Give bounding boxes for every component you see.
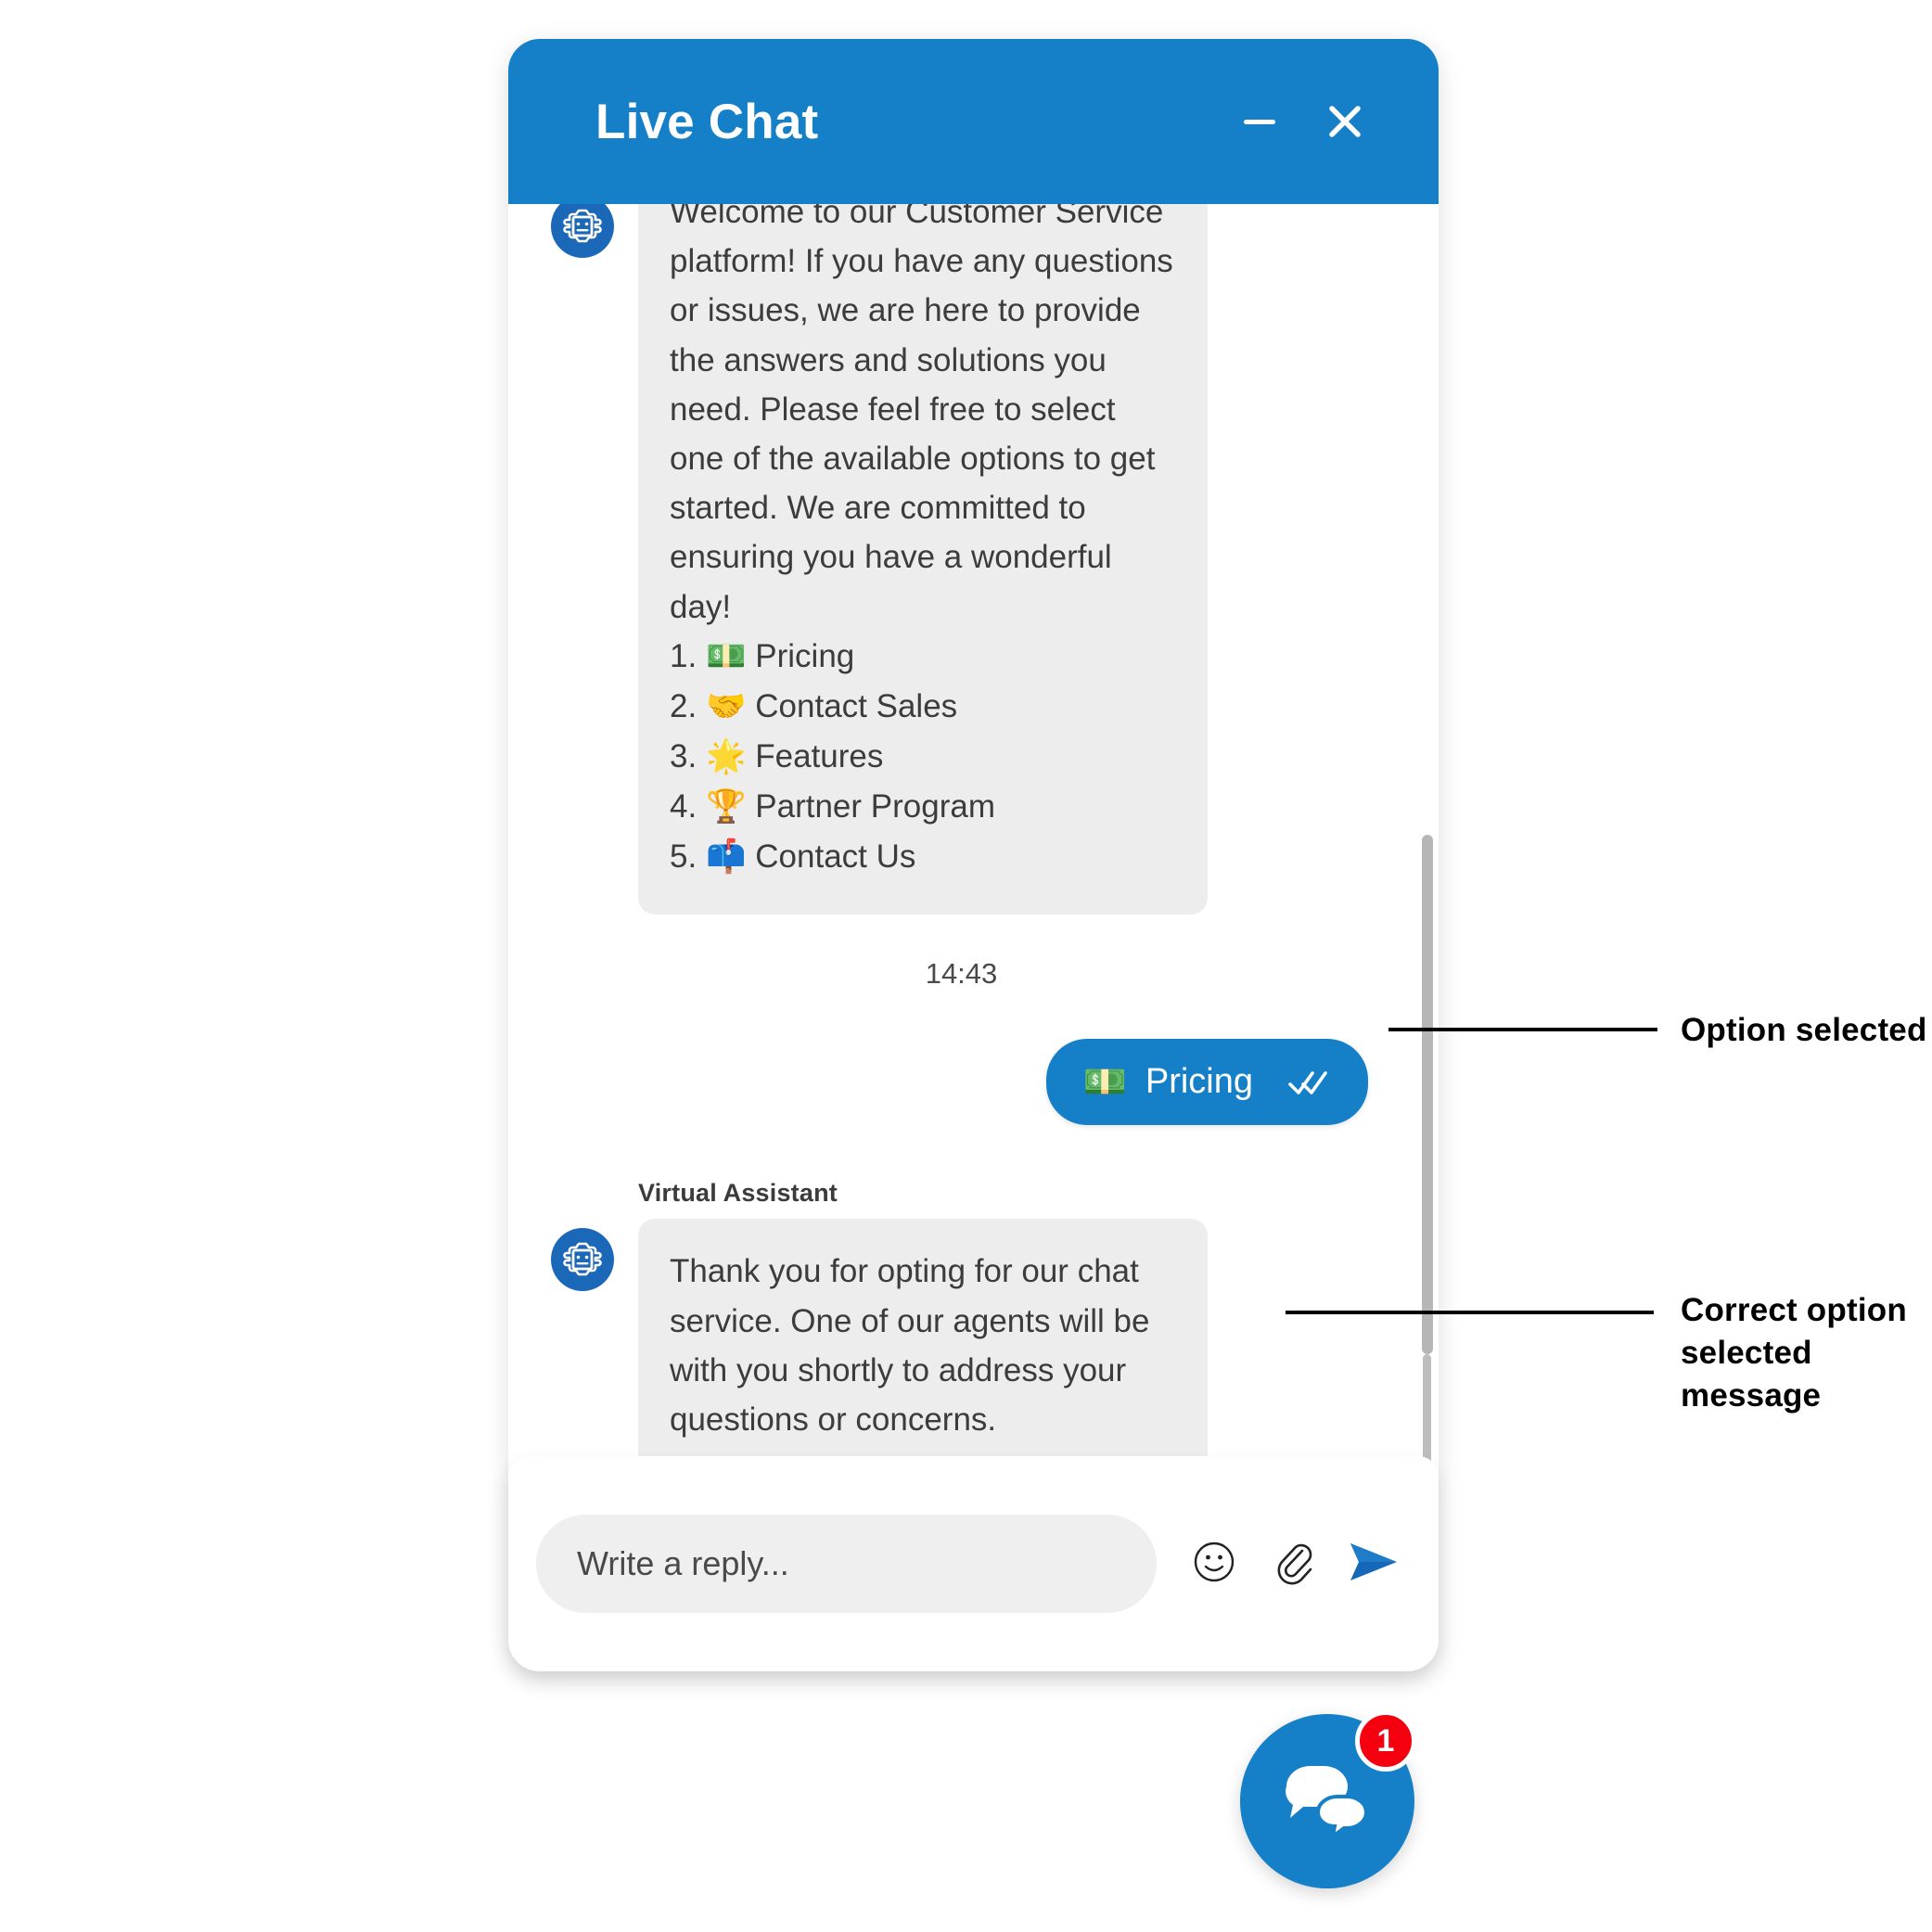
user-message-bubble: 💵 Pricing: [1045, 1038, 1368, 1126]
attach-button[interactable]: [1268, 1538, 1320, 1590]
annotation-leader-line-1: [1388, 1028, 1657, 1031]
option-number: 1.: [670, 637, 697, 674]
chat-launcher-button[interactable]: 1: [1240, 1710, 1416, 1888]
chat-header: Live Chat: [508, 39, 1439, 204]
option-number: 4.: [670, 788, 697, 825]
option-item-4[interactable]: 4. 🏆 Partner Program: [670, 782, 1176, 832]
paperclip-icon: [1270, 1538, 1318, 1591]
window-controls: [1235, 96, 1398, 147]
send-icon: [1346, 1536, 1401, 1593]
reply-input[interactable]: [536, 1515, 1157, 1613]
bot-reply-text: Thank you for opting for our chat servic…: [670, 1253, 1159, 1438]
minimize-icon: [1238, 100, 1281, 143]
avatar: [551, 204, 614, 258]
minimize-button[interactable]: [1235, 96, 1285, 147]
option-item-5[interactable]: 5. 📫 Contact Us: [670, 832, 1176, 882]
bot-message-bubble: Welcome to our Customer Service platform…: [638, 204, 1208, 915]
handshake-emoji-icon: 🤝: [705, 687, 747, 725]
option-label: Partner Program: [755, 788, 995, 825]
option-label: Pricing: [755, 637, 855, 674]
message-timestamp: 14:43: [925, 956, 998, 990]
message-list: Welcome to our Customer Service platform…: [508, 204, 1439, 1477]
mailbox-emoji-icon: 📫: [705, 838, 747, 876]
chat-bubbles-icon: [1277, 1755, 1377, 1849]
bot-reply-bubble: Thank you for opting for our chat servic…: [638, 1219, 1208, 1477]
emoji-button[interactable]: [1188, 1538, 1240, 1590]
money-emoji-icon: 💵: [705, 637, 747, 675]
smiley-icon: [1190, 1538, 1238, 1591]
message-group-assistant: Virtual Assistant Thank you for opting f…: [534, 1179, 1407, 1477]
scrollbar-thumb[interactable]: [1422, 835, 1433, 1354]
user-message-text: Pricing: [1145, 1061, 1253, 1101]
option-item-3[interactable]: 3. 🌟 Features: [670, 732, 1176, 782]
option-number: 5.: [670, 838, 697, 876]
message-row-user: 💵 Pricing: [534, 1038, 1407, 1126]
option-label: Features: [755, 738, 884, 775]
annotation-label-2-line2: selected message: [1681, 1335, 1822, 1414]
money-emoji-icon: 💵: [1082, 1060, 1127, 1102]
live-chat-window: Live Chat Welcome to our Customer Servic…: [508, 39, 1439, 1671]
option-item-2[interactable]: 2. 🤝 Contact Sales: [670, 682, 1176, 732]
unread-badge: 1: [1355, 1710, 1416, 1772]
message-row-bot-welcome: Welcome to our Customer Service platform…: [534, 204, 1407, 915]
close-icon: [1322, 98, 1368, 145]
composer-icons: [1157, 1538, 1400, 1590]
option-number: 3.: [670, 738, 697, 775]
option-number: 2.: [670, 687, 697, 724]
close-button[interactable]: [1320, 96, 1370, 147]
robot-icon: [562, 1239, 603, 1280]
option-label: Contact Sales: [755, 687, 958, 724]
bot-message-text: Welcome to our Customer Service platform…: [670, 204, 1183, 625]
annotation-label-1: Option selected: [1681, 1012, 1927, 1048]
annotation-leader-line-2: [1286, 1311, 1654, 1314]
avatar: [551, 1228, 614, 1292]
trophy-emoji-icon: 🏆: [705, 788, 747, 826]
message-row-bot-reply: Thank you for opting for our chat servic…: [534, 1219, 1407, 1477]
option-item-1[interactable]: 1. 💵 Pricing: [670, 632, 1176, 682]
chat-message-area[interactable]: Welcome to our Customer Service platform…: [508, 204, 1439, 1671]
page-title: Live Chat: [595, 94, 819, 149]
double-check-icon: [1286, 1068, 1331, 1097]
screenshot-root: Live Chat Welcome to our Customer Servic…: [0, 0, 1932, 1932]
sender-name: Virtual Assistant: [638, 1179, 838, 1208]
send-button[interactable]: [1348, 1538, 1400, 1590]
robot-icon: [562, 206, 603, 247]
option-label: Contact Us: [755, 838, 916, 876]
annotation-label-2-line1: Correct option: [1681, 1292, 1907, 1328]
annotation-label-2: Correct option selected message: [1681, 1289, 1932, 1418]
star-emoji-icon: 🌟: [705, 738, 747, 776]
composer-bar: [508, 1456, 1439, 1671]
